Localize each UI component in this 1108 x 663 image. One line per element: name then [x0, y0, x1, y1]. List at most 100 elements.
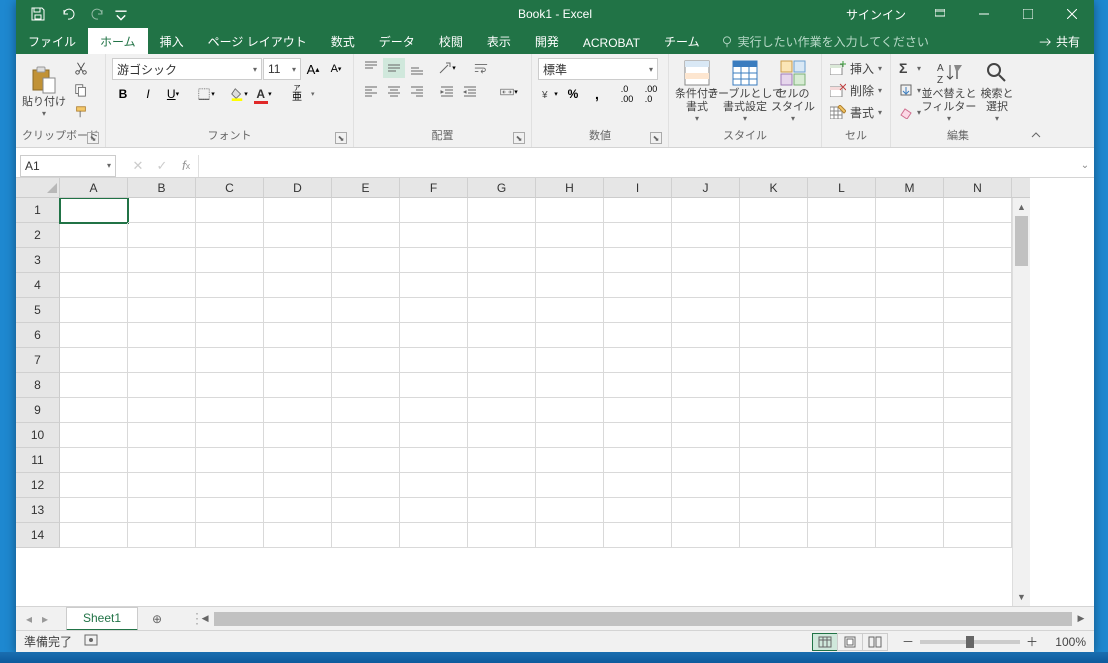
select-all-button[interactable]	[16, 178, 60, 198]
align-middle-button[interactable]	[383, 58, 405, 78]
comma-button[interactable]: ,	[586, 84, 608, 104]
cell[interactable]	[740, 248, 808, 273]
cell[interactable]	[196, 498, 264, 523]
tab-team[interactable]: チーム	[652, 28, 712, 54]
cell[interactable]	[672, 448, 740, 473]
cell[interactable]	[60, 223, 128, 248]
new-sheet-button[interactable]: ⊕	[144, 609, 170, 629]
cell[interactable]	[604, 323, 672, 348]
fill-button[interactable]: ▾	[897, 80, 923, 100]
cell[interactable]	[400, 423, 468, 448]
cell[interactable]	[60, 448, 128, 473]
cell[interactable]	[332, 523, 400, 548]
cell[interactable]	[400, 198, 468, 223]
cell[interactable]	[672, 348, 740, 373]
cell[interactable]	[468, 298, 536, 323]
cell[interactable]	[944, 198, 1012, 223]
cell[interactable]	[944, 273, 1012, 298]
cell[interactable]	[468, 523, 536, 548]
cell[interactable]	[332, 448, 400, 473]
cell[interactable]	[400, 373, 468, 398]
paste-button[interactable]: 貼り付け▾	[22, 58, 66, 124]
formula-input[interactable]	[198, 155, 1076, 177]
cell[interactable]	[196, 473, 264, 498]
decrease-decimal-button[interactable]: .00.0	[640, 84, 662, 104]
cell[interactable]	[604, 423, 672, 448]
cell[interactable]	[60, 473, 128, 498]
cell[interactable]	[60, 323, 128, 348]
cell[interactable]	[400, 248, 468, 273]
close-button[interactable]	[1050, 0, 1094, 28]
share-button[interactable]: 共有	[1024, 28, 1094, 54]
save-button[interactable]	[24, 2, 52, 26]
cell[interactable]	[808, 398, 876, 423]
cell[interactable]	[332, 348, 400, 373]
cell[interactable]	[536, 523, 604, 548]
column-header[interactable]: I	[604, 178, 672, 198]
cell[interactable]	[196, 248, 264, 273]
cell[interactable]	[808, 473, 876, 498]
collapse-ribbon-button[interactable]	[1025, 54, 1047, 147]
cell[interactable]	[944, 248, 1012, 273]
cell[interactable]	[808, 498, 876, 523]
cell[interactable]	[740, 498, 808, 523]
align-right-button[interactable]	[406, 82, 428, 102]
cell[interactable]	[196, 398, 264, 423]
cell[interactable]	[128, 223, 196, 248]
cell[interactable]	[128, 273, 196, 298]
cell[interactable]	[604, 523, 672, 548]
row-header[interactable]: 13	[16, 498, 60, 523]
column-header[interactable]: N	[944, 178, 1012, 198]
cell[interactable]	[944, 448, 1012, 473]
cell[interactable]	[808, 248, 876, 273]
cell[interactable]	[740, 473, 808, 498]
format-cells-button[interactable]: 書式▾	[828, 102, 884, 122]
windows-taskbar[interactable]	[0, 652, 1108, 663]
align-dialog-icon[interactable]: ⬊	[513, 132, 525, 144]
cell[interactable]	[196, 273, 264, 298]
vertical-scrollbar[interactable]: ▲ ▼	[1012, 198, 1030, 606]
cell[interactable]	[128, 473, 196, 498]
tab-home[interactable]: ホーム	[88, 28, 148, 54]
cell[interactable]	[332, 423, 400, 448]
cell[interactable]	[604, 223, 672, 248]
cell[interactable]	[876, 498, 944, 523]
tab-layout[interactable]: ページ レイアウト	[196, 28, 319, 54]
cell[interactable]	[536, 448, 604, 473]
cell[interactable]	[876, 198, 944, 223]
cell[interactable]	[604, 248, 672, 273]
cell[interactable]	[740, 298, 808, 323]
cell[interactable]	[740, 198, 808, 223]
cell[interactable]	[672, 473, 740, 498]
zoom-slider[interactable]	[920, 640, 1020, 644]
cell[interactable]	[264, 198, 332, 223]
cell[interactable]	[264, 398, 332, 423]
cell[interactable]	[672, 373, 740, 398]
format-as-table-button[interactable]: テーブルとして 書式設定▾	[723, 58, 767, 124]
tab-view[interactable]: 表示	[475, 28, 523, 54]
cell[interactable]	[740, 273, 808, 298]
cell[interactable]	[128, 298, 196, 323]
cell[interactable]	[332, 498, 400, 523]
cell[interactable]	[468, 323, 536, 348]
row-header[interactable]: 11	[16, 448, 60, 473]
cell[interactable]	[536, 473, 604, 498]
cell[interactable]	[128, 498, 196, 523]
cell[interactable]	[604, 298, 672, 323]
cell[interactable]	[672, 223, 740, 248]
cell[interactable]	[264, 448, 332, 473]
cell[interactable]	[400, 273, 468, 298]
column-header[interactable]: C	[196, 178, 264, 198]
cell[interactable]	[876, 523, 944, 548]
cell[interactable]	[740, 323, 808, 348]
cell[interactable]	[400, 448, 468, 473]
cell[interactable]	[400, 348, 468, 373]
cell[interactable]	[740, 223, 808, 248]
cell[interactable]	[468, 398, 536, 423]
expand-formula-bar-button[interactable]: ⌄	[1076, 160, 1094, 171]
cell[interactable]	[468, 348, 536, 373]
cell[interactable]	[332, 248, 400, 273]
bold-button[interactable]: B	[112, 84, 134, 104]
row-header[interactable]: 1	[16, 198, 60, 223]
row-header[interactable]: 6	[16, 323, 60, 348]
